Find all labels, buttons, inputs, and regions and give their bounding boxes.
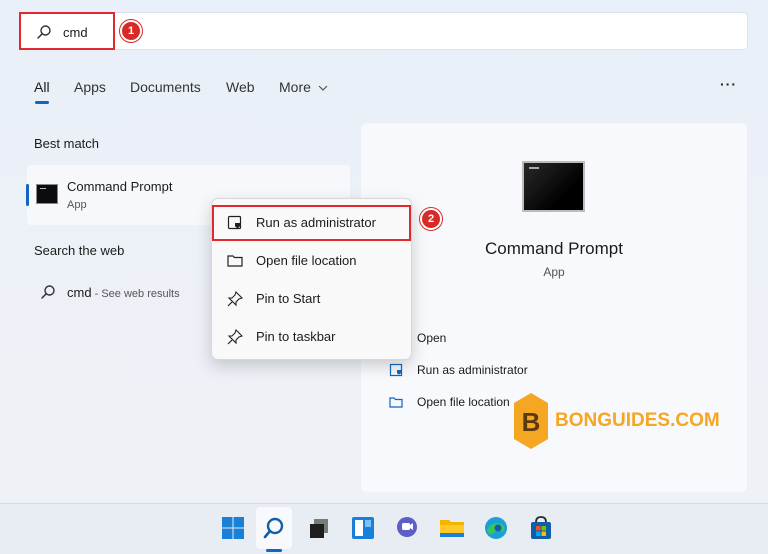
menu-item-label: Pin to taskbar bbox=[256, 329, 336, 344]
taskbar bbox=[0, 503, 768, 554]
search-highlight-box bbox=[19, 12, 115, 50]
app-details-subtitle: App bbox=[543, 265, 565, 279]
search-icon bbox=[41, 285, 55, 299]
pin-icon bbox=[227, 329, 243, 345]
action-open-file-location[interactable]: Open file location bbox=[417, 395, 510, 409]
active-tab-indicator bbox=[35, 101, 49, 104]
chat-icon[interactable] bbox=[392, 513, 422, 543]
step-marker-2: 2 bbox=[420, 208, 442, 230]
widgets-icon[interactable] bbox=[348, 513, 378, 543]
task-view-icon[interactable] bbox=[304, 513, 334, 543]
watermark-text: BONGUIDES.COM bbox=[555, 410, 720, 431]
edge-icon[interactable] bbox=[481, 513, 511, 543]
web-result-item[interactable]: cmd - See web results bbox=[67, 285, 180, 300]
tab-documents[interactable]: Documents bbox=[130, 79, 201, 95]
folder-icon bbox=[227, 255, 243, 267]
command-prompt-icon bbox=[36, 184, 58, 204]
windows-start-icon[interactable] bbox=[218, 513, 248, 543]
selection-accent bbox=[26, 184, 29, 206]
bonguides-logo-icon: B bbox=[514, 393, 548, 449]
best-match-subtitle: App bbox=[67, 199, 87, 211]
action-open[interactable]: Open bbox=[417, 331, 446, 345]
shield-icon bbox=[389, 363, 403, 377]
best-match-heading: Best match bbox=[34, 136, 100, 151]
tab-apps[interactable]: Apps bbox=[74, 79, 106, 95]
menu-item-label: Pin to Start bbox=[256, 291, 321, 306]
store-icon[interactable] bbox=[526, 513, 556, 543]
more-options-button[interactable]: ··· bbox=[720, 76, 737, 92]
file-explorer-icon[interactable] bbox=[437, 513, 467, 543]
web-result-query: cmd bbox=[67, 285, 92, 300]
pin-icon bbox=[227, 291, 243, 307]
tab-web[interactable]: Web bbox=[226, 79, 255, 95]
logo-letter: B bbox=[522, 407, 541, 437]
folder-icon bbox=[389, 397, 403, 408]
app-details-title: Command Prompt bbox=[485, 239, 623, 258]
tab-more[interactable]: More bbox=[279, 79, 328, 95]
menu-item-open-file-location[interactable]: Open file location bbox=[211, 243, 412, 279]
web-result-suffix: - See web results bbox=[91, 288, 180, 300]
step-marker-1: 1 bbox=[120, 20, 142, 42]
command-prompt-large-icon bbox=[522, 161, 585, 212]
taskbar-active-indicator bbox=[266, 549, 282, 552]
best-match-title: Command Prompt bbox=[67, 179, 173, 194]
menu-item-pin-to-start[interactable]: Pin to Start bbox=[211, 281, 412, 317]
chevron-down-icon bbox=[318, 85, 328, 92]
search-icon[interactable] bbox=[259, 513, 289, 543]
tab-more-label: More bbox=[279, 79, 311, 95]
run-as-admin-highlight-box bbox=[212, 205, 411, 241]
tab-all[interactable]: All bbox=[34, 79, 50, 95]
menu-item-label: Open file location bbox=[256, 253, 357, 268]
search-web-heading: Search the web bbox=[34, 243, 125, 258]
menu-item-pin-to-taskbar[interactable]: Pin to taskbar bbox=[211, 319, 412, 355]
action-run-as-administrator[interactable]: Run as administrator bbox=[417, 363, 528, 377]
